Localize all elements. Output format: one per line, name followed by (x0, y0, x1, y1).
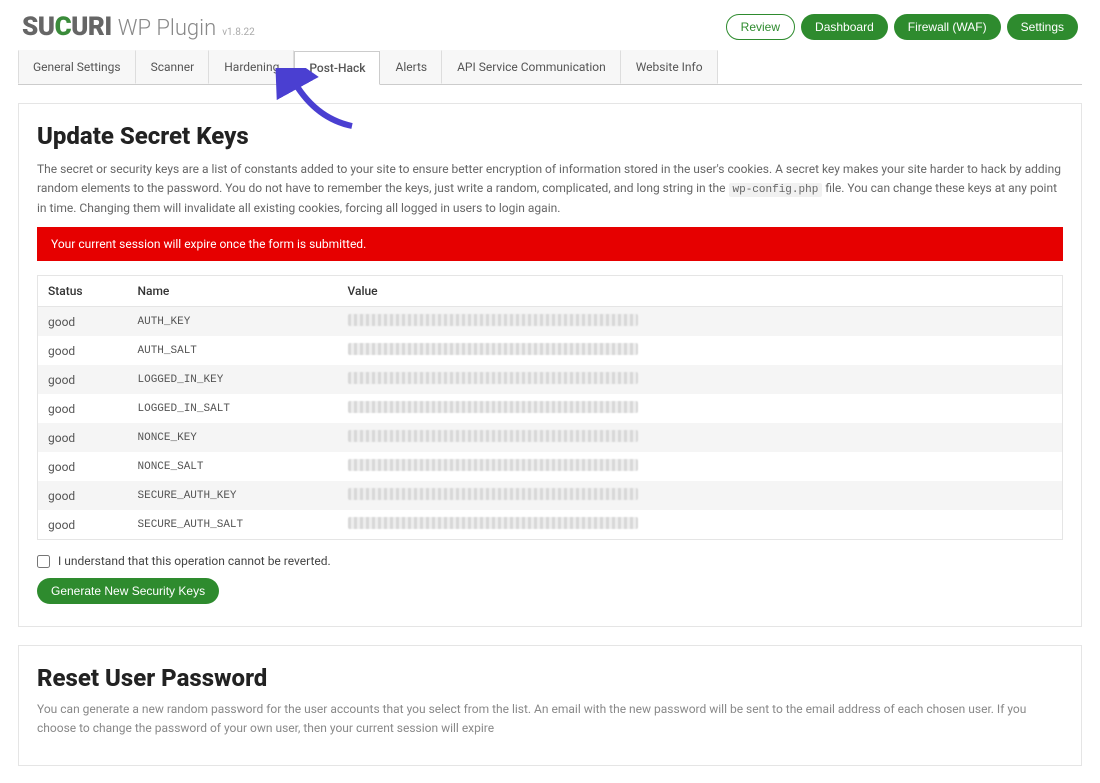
key-status: good (38, 481, 128, 510)
key-value (338, 307, 1063, 337)
key-value (338, 423, 1063, 452)
key-status: good (38, 394, 128, 423)
logo-part: C (55, 12, 72, 42)
key-name: LOGGED_IN_SALT (128, 394, 338, 423)
session-expire-alert: Your current session will expire once th… (37, 227, 1063, 261)
table-row: goodAUTH_KEY (38, 307, 1063, 337)
key-status: good (38, 423, 128, 452)
tab-hardening[interactable]: Hardening (209, 50, 294, 84)
redacted-value (348, 401, 638, 413)
section-heading: Update Secret Keys (37, 122, 1063, 150)
logo-part: URI (71, 12, 112, 42)
key-name: LOGGED_IN_KEY (128, 365, 338, 394)
redacted-value (348, 372, 638, 384)
redacted-value (348, 430, 638, 442)
key-name: NONCE_KEY (128, 423, 338, 452)
col-name: Name (128, 276, 338, 307)
key-status: good (38, 510, 128, 540)
tab-website-info[interactable]: Website Info (621, 50, 718, 84)
table-row: goodAUTH_SALT (38, 336, 1063, 365)
desc-code: wp-config.php (729, 183, 823, 197)
table-row: goodNONCE_KEY (38, 423, 1063, 452)
tab-general-settings[interactable]: General Settings (18, 50, 136, 84)
key-status: good (38, 365, 128, 394)
redacted-value (348, 459, 638, 471)
table-row: goodSECURE_AUTH_KEY (38, 481, 1063, 510)
brand: SUCURI WP Plugin v1.8.22 (22, 12, 255, 42)
table-row: goodNONCE_SALT (38, 452, 1063, 481)
confirm-label: I understand that this operation cannot … (58, 554, 331, 568)
key-value (338, 336, 1063, 365)
table-row: goodLOGGED_IN_SALT (38, 394, 1063, 423)
key-name: SECURE_AUTH_KEY (128, 481, 338, 510)
update-secret-keys-panel: Update Secret Keys The secret or securit… (18, 103, 1082, 627)
settings-button[interactable]: Settings (1007, 14, 1078, 40)
key-value (338, 394, 1063, 423)
key-status: good (38, 452, 128, 481)
tab-alerts[interactable]: Alerts (380, 50, 442, 84)
key-status: good (38, 336, 128, 365)
tab-scanner[interactable]: Scanner (136, 50, 210, 84)
key-value (338, 481, 1063, 510)
col-value: Value (338, 276, 1063, 307)
secret-keys-table: Status Name Value goodAUTH_KEYgoodAUTH_S… (37, 275, 1063, 540)
plugin-name: WP Plugin (118, 16, 216, 41)
key-name: SECURE_AUTH_SALT (128, 510, 338, 540)
firewall-button[interactable]: Firewall (WAF) (894, 14, 1001, 40)
section-description: You can generate a new random password f… (37, 700, 1063, 737)
dashboard-button[interactable]: Dashboard (801, 14, 888, 40)
table-row: goodSECURE_AUTH_SALT (38, 510, 1063, 540)
section-heading: Reset User Password (37, 664, 1063, 692)
key-value (338, 510, 1063, 540)
redacted-value (348, 488, 638, 500)
logo: SUCURI (22, 12, 112, 42)
logo-part: SU (22, 12, 55, 42)
review-button[interactable]: Review (726, 14, 795, 40)
redacted-value (348, 314, 638, 326)
key-status: good (38, 307, 128, 337)
key-value (338, 365, 1063, 394)
section-description: The secret or security keys are a list o… (37, 160, 1063, 217)
table-row: goodLOGGED_IN_KEY (38, 365, 1063, 394)
tab-post-hack[interactable]: Post-Hack (294, 51, 380, 85)
tab-api-service-communication[interactable]: API Service Communication (442, 50, 621, 84)
confirm-checkbox[interactable] (37, 555, 50, 568)
top-buttons: Review Dashboard Firewall (WAF) Settings (726, 14, 1078, 40)
confirm-row: I understand that this operation cannot … (37, 554, 1063, 568)
key-name: AUTH_KEY (128, 307, 338, 337)
key-name: NONCE_SALT (128, 452, 338, 481)
redacted-value (348, 343, 638, 355)
generate-keys-button[interactable]: Generate New Security Keys (37, 578, 219, 604)
tabs: General Settings Scanner Hardening Post-… (18, 50, 1082, 85)
redacted-value (348, 517, 638, 529)
col-status: Status (38, 276, 128, 307)
key-value (338, 452, 1063, 481)
key-name: AUTH_SALT (128, 336, 338, 365)
reset-password-panel: Reset User Password You can generate a n… (18, 645, 1082, 766)
version: v1.8.22 (222, 27, 255, 38)
